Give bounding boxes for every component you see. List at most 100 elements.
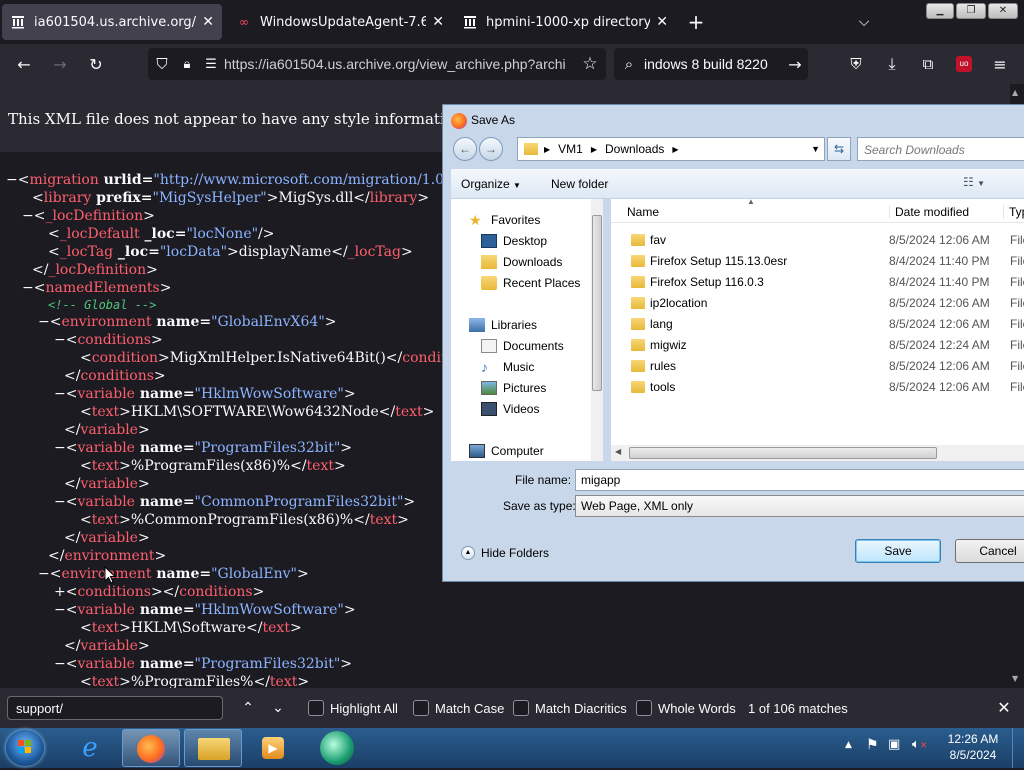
downloads-icon[interactable]: ⤓ xyxy=(878,50,906,78)
url-bar[interactable]: ⛉ 🔒︎ ☰ https://ia601504.us.archive.org/v… xyxy=(148,48,606,80)
highlight-all-checkbox[interactable] xyxy=(308,700,324,716)
nav-music[interactable]: ♪ Music xyxy=(481,360,534,374)
minimize-button[interactable]: ▁ xyxy=(926,3,954,19)
file-row[interactable]: tools 8/5/2024 12:06 AM File xyxy=(611,377,1024,398)
collapse-toggle[interactable]: −< xyxy=(54,494,77,510)
action-center-flag-icon[interactable]: ⚑ xyxy=(866,737,879,753)
firefox-taskbar-button[interactable] xyxy=(122,729,180,767)
volume-muted-icon[interactable]: 🔈︎✕ xyxy=(912,737,927,752)
collapse-toggle[interactable]: −< xyxy=(22,208,45,224)
permissions-icon[interactable]: ☰ xyxy=(198,57,224,72)
find-previous-button[interactable]: ⌃ xyxy=(236,696,260,720)
column-header-date[interactable]: Date modified xyxy=(889,205,969,219)
menu-icon[interactable]: ≡ xyxy=(986,50,1014,78)
file-row[interactable]: Firefox Setup 116.0.3 8/4/2024 11:40 PM Fi… xyxy=(611,272,1024,293)
match-case-label[interactable]: Match Case xyxy=(435,701,504,716)
nav-pictures[interactable]: Pictures xyxy=(481,381,546,395)
collapse-toggle[interactable]: −< xyxy=(54,602,77,618)
breadcrumb-downloads[interactable]: Downloads xyxy=(605,142,664,156)
collapse-toggle[interactable]: −< xyxy=(54,440,77,456)
scroll-left-icon[interactable]: ◀ xyxy=(615,447,621,456)
match-case-checkbox[interactable] xyxy=(413,700,429,716)
search-bar[interactable]: ⌕ indows 8 build 8220 → xyxy=(614,48,808,80)
match-diacritics-label[interactable]: Match Diacritics xyxy=(535,701,627,716)
close-tab-icon[interactable]: ✕ xyxy=(202,14,214,30)
file-list-hscrollbar[interactable]: ◀ xyxy=(611,445,1024,461)
match-diacritics-checkbox[interactable] xyxy=(513,700,529,716)
search-go-icon[interactable]: → xyxy=(782,55,808,74)
file-row[interactable]: rules 8/5/2024 12:06 AM File xyxy=(611,356,1024,377)
reload-button[interactable]: ↻ xyxy=(82,50,110,78)
lock-icon[interactable]: 🔒︎ xyxy=(176,57,198,72)
nav-desktop[interactable]: Desktop xyxy=(481,234,547,248)
maximize-button[interactable]: ❐ xyxy=(956,3,986,19)
nav-libraries[interactable]: Libraries xyxy=(469,318,537,332)
collapse-toggle[interactable]: −< xyxy=(38,314,61,330)
dialog-back-button[interactable]: ← xyxy=(453,137,477,161)
show-desktop-button[interactable] xyxy=(1012,728,1024,768)
column-header-name[interactable]: Name xyxy=(627,205,659,219)
clock-date[interactable]: 8/5/2024 xyxy=(944,748,1002,762)
cancel-button[interactable]: Cancel xyxy=(955,539,1024,563)
whole-words-label[interactable]: Whole Words xyxy=(658,701,736,716)
file-row[interactable]: fav 8/5/2024 12:06 AM File xyxy=(611,230,1024,251)
tab-hpmini[interactable]: hpmini-1000-xp directory listing ✕ xyxy=(454,4,676,40)
nav-scroll-thumb[interactable] xyxy=(592,215,602,391)
file-row[interactable]: Firefox Setup 115.13.0esr 8/4/2024 11:40 … xyxy=(611,251,1024,272)
hscroll-thumb[interactable] xyxy=(629,447,937,459)
back-button[interactable]: ← xyxy=(10,50,38,78)
scroll-up-icon[interactable]: ▲ xyxy=(1012,88,1018,97)
refresh-button[interactable]: ⇆ xyxy=(827,137,851,161)
extensions-icon[interactable]: ⧉ xyxy=(914,50,942,78)
close-find-bar-icon[interactable]: ✕ xyxy=(994,698,1014,718)
internet-explorer-icon[interactable]: e xyxy=(66,732,114,764)
whole-words-checkbox[interactable] xyxy=(636,700,652,716)
ublock-icon[interactable]: uo xyxy=(950,50,978,78)
collapse-toggle[interactable]: −< xyxy=(54,332,77,348)
collapse-toggle[interactable]: −< xyxy=(6,172,29,188)
nav-recent-places[interactable]: Recent Places xyxy=(481,276,580,290)
nav-computer[interactable]: Computer xyxy=(469,444,544,458)
file-row[interactable]: lang 8/5/2024 12:06 AM File xyxy=(611,314,1024,335)
tab-archive[interactable]: ia601504.us.archive.org/view_ar ✕ xyxy=(2,4,222,40)
collapse-toggle[interactable]: −< xyxy=(22,280,45,296)
expand-toggle[interactable]: +< xyxy=(54,584,77,600)
highlight-all-label[interactable]: Highlight All xyxy=(330,701,398,716)
shield-icon[interactable]: ⛉ xyxy=(148,55,176,73)
breadcrumb-dropdown-icon[interactable]: ▼ xyxy=(811,144,820,154)
file-name-input[interactable]: migapp xyxy=(575,469,1024,491)
close-tab-icon[interactable]: ✕ xyxy=(656,14,668,30)
url-text[interactable]: https://ia601504.us.archive.org/view_arc… xyxy=(224,56,574,72)
dialog-forward-button[interactable]: → xyxy=(479,137,503,161)
bookmark-star-icon[interactable]: ☆ xyxy=(574,54,606,74)
start-button[interactable] xyxy=(6,730,44,766)
list-tabs-button[interactable]: ⌵ xyxy=(852,10,876,34)
breadcrumb-vm1[interactable]: VM1 xyxy=(558,142,583,156)
dialog-breadcrumb[interactable]: ▶ VM1 ▶ Downloads ▶ ▼ xyxy=(517,137,825,161)
save-as-type-select[interactable]: Web Page, XML only xyxy=(575,495,1024,517)
forward-button[interactable]: → xyxy=(46,50,74,78)
find-next-button[interactable]: ⌄ xyxy=(266,696,290,720)
new-tab-button[interactable]: + xyxy=(684,10,708,34)
media-player-icon[interactable]: ▶ xyxy=(256,732,288,764)
nav-downloads[interactable]: Downloads xyxy=(481,255,562,269)
search-text[interactable]: indows 8 build 8220 xyxy=(644,56,782,72)
new-folder-button[interactable]: New folder xyxy=(551,177,608,191)
collapse-toggle[interactable]: −< xyxy=(38,566,61,582)
pocket-icon[interactable]: ⛨ xyxy=(842,50,870,78)
nav-documents[interactable]: Documents xyxy=(481,339,564,353)
show-hidden-icons[interactable]: ▲ xyxy=(845,740,852,750)
nav-pane-scrollbar[interactable] xyxy=(591,199,603,461)
collapse-toggle[interactable]: −< xyxy=(54,386,77,402)
file-explorer-taskbar-button[interactable] xyxy=(184,729,242,767)
save-button[interactable]: Save xyxy=(855,539,941,563)
file-row[interactable]: migwiz 8/5/2024 12:24 AM File xyxy=(611,335,1024,356)
nav-favorites[interactable]: ★ Favorites xyxy=(469,213,540,227)
network-icon[interactable]: ▣ xyxy=(888,737,900,752)
close-tab-icon[interactable]: ✕ xyxy=(432,14,444,30)
close-window-button[interactable]: ✕ xyxy=(988,3,1018,19)
view-options-icon[interactable]: ☷ ▼ xyxy=(963,175,985,189)
tab-windowsupdate[interactable]: ∞ WindowsUpdateAgent-7.6-x86.e ✕ xyxy=(228,4,452,40)
hide-folders-button[interactable]: ▲ Hide Folders xyxy=(461,546,549,560)
clock-time[interactable]: 12:26 AM xyxy=(944,732,1002,746)
